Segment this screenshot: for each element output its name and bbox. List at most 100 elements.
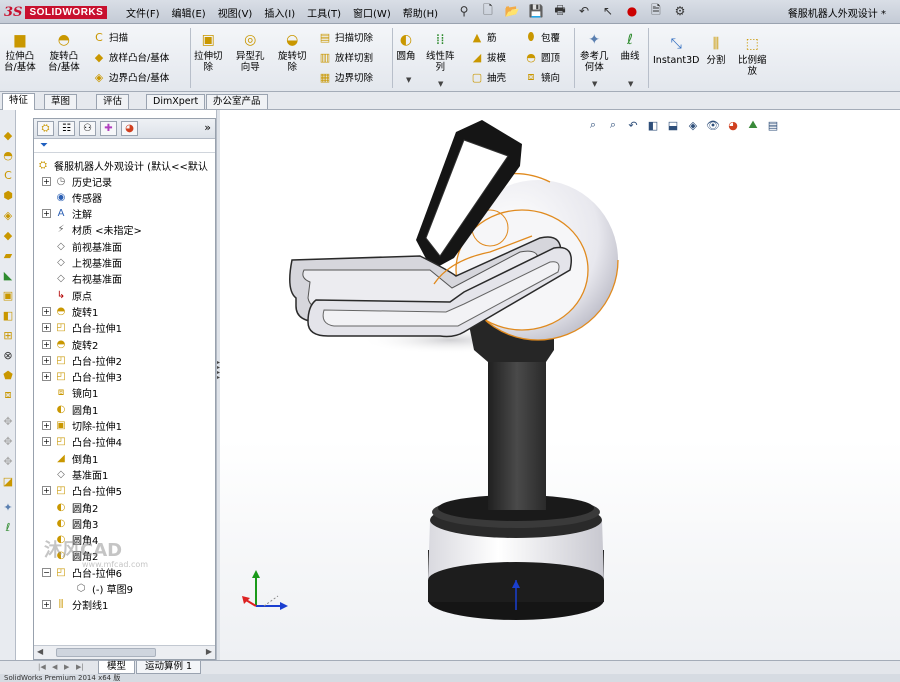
- open-folder-icon[interactable]: 📂: [504, 3, 520, 19]
- tab-model[interactable]: 模型: [98, 661, 136, 674]
- tab-dimxpert[interactable]: DimXpert: [146, 94, 206, 109]
- tree-item[interactable]: ◇ 上视基准面: [42, 255, 122, 271]
- tree-item[interactable]: ◐ 圆角2: [42, 499, 99, 515]
- linear-pattern-button[interactable]: ⁞⁞ 线性阵 列: [426, 30, 455, 74]
- feature-tree-hscrollbar[interactable]: ◀ ▶: [34, 645, 215, 659]
- hole-wizard-button[interactable]: ◎ 异型孔 向导: [236, 30, 265, 74]
- loft-cut-button[interactable]: ▥ 放样切割: [318, 50, 373, 65]
- tree-item[interactable]: ◢ 倒角1: [42, 450, 98, 466]
- expand-icon[interactable]: +: [42, 486, 51, 496]
- extrude-cut-button[interactable]: ▣ 拉伸切 除: [194, 30, 223, 74]
- tree-item[interactable]: + ◓ 旋转1: [42, 303, 98, 319]
- menu-insert[interactable]: 插入(I): [264, 5, 295, 20]
- scale-button[interactable]: ⬚ 比例缩 放: [738, 34, 767, 78]
- sweep-cut-button[interactable]: ▤ 扫描切除: [318, 30, 373, 45]
- reference-triad[interactable]: [242, 570, 288, 610]
- tree-item[interactable]: + ⫼ 分割线1: [42, 597, 108, 613]
- reference-geometry-button[interactable]: ✦ 参考几 何体: [580, 30, 609, 74]
- file-properties-icon[interactable]: 🗎: [648, 3, 664, 19]
- save-icon[interactable]: 💾: [528, 3, 544, 19]
- expand-icon[interactable]: +: [42, 600, 51, 610]
- expand-icon[interactable]: +: [42, 306, 51, 316]
- tree-item[interactable]: ⚡ 材质 <未指定>: [42, 222, 141, 238]
- fillet-dropdown-icon[interactable]: ▼: [406, 76, 411, 84]
- tree-item[interactable]: ↳ 原点: [42, 287, 92, 303]
- shell-button[interactable]: ▢ 抽壳: [470, 70, 506, 85]
- tab-sketch[interactable]: 草图: [44, 94, 78, 109]
- move-tool-icon[interactable]: ✥: [1, 414, 15, 428]
- instant3d-button[interactable]: ⤡ Instant3D: [653, 34, 699, 67]
- curve-tool-icon[interactable]: ℓ: [1, 520, 15, 534]
- revolve-boss-button[interactable]: ◓ 旋转凸 台/基体: [48, 30, 80, 74]
- pattern-tool-icon[interactable]: ◧: [1, 308, 15, 322]
- tree-item[interactable]: + ◓ 旋转2: [42, 336, 98, 352]
- menu-view[interactable]: 视图(V): [218, 5, 253, 20]
- hole-tool-icon[interactable]: ▰: [1, 248, 15, 262]
- reference-geometry-dropdown-icon[interactable]: ▼: [592, 80, 597, 88]
- fillet-tool-icon[interactable]: ◣: [1, 268, 15, 282]
- expand-icon[interactable]: +: [42, 355, 51, 365]
- extrude-tool-icon[interactable]: ◆: [1, 128, 15, 142]
- solidworks-logo[interactable]: 3S SOLIDWORKS: [4, 3, 108, 21]
- rebuild-icon[interactable]: ●: [624, 3, 640, 19]
- graphics-area[interactable]: ⌕ ⌕ ↶ ◧ ⬓ ◈ 👁 ◕ ⛰ ▤: [220, 110, 900, 660]
- ref-geometry-tool-icon[interactable]: ✦: [1, 500, 15, 514]
- revolve-cut-button[interactable]: ◒ 旋转切 除: [278, 30, 307, 74]
- tree-item[interactable]: + ◰ 凸台-拉伸1: [42, 320, 122, 336]
- cut-tool-icon[interactable]: ◆: [1, 228, 15, 242]
- tree-item[interactable]: + ◷ 历史记录: [42, 173, 112, 189]
- undo-icon[interactable]: ↶: [576, 3, 592, 19]
- expand-icon[interactable]: +: [42, 437, 51, 447]
- dome-button[interactable]: ◓ 圆顶: [524, 50, 560, 65]
- loft-tool-icon[interactable]: ⬢: [1, 188, 15, 202]
- tree-root[interactable]: ⛭ 餐服机器人外观设计 (默认<<默认: [36, 157, 208, 173]
- last-tab-icon[interactable]: ▶|: [76, 663, 84, 671]
- pin-icon[interactable]: ⚲: [456, 3, 472, 19]
- tree-item[interactable]: + ◰ 凸台-拉伸2: [42, 352, 122, 368]
- draft-button[interactable]: ◢ 拔模: [470, 50, 506, 65]
- tree-item[interactable]: + ◰ 凸台-拉伸5: [42, 483, 122, 499]
- rib-tool-icon[interactable]: ⊞: [1, 328, 15, 342]
- expand-icon[interactable]: +: [42, 339, 51, 349]
- mirror-tool-icon[interactable]: ⧈: [1, 388, 15, 402]
- tree-item[interactable]: + ◰ 凸台-拉伸3: [42, 369, 122, 385]
- property-manager-tab-icon[interactable]: ☷: [58, 121, 75, 136]
- loft-boss-button[interactable]: ◆ 放样凸台/基体: [92, 50, 169, 65]
- new-document-icon[interactable]: 🗋: [480, 3, 496, 19]
- robot-model-view[interactable]: [220, 110, 900, 660]
- copy-tool-icon[interactable]: ✥: [1, 434, 15, 448]
- menu-help[interactable]: 帮助(H): [403, 5, 438, 20]
- tree-item[interactable]: ◐ 圆角3: [42, 515, 99, 531]
- tab-motion-study[interactable]: 运动算例 1: [136, 661, 202, 674]
- tree-item[interactable]: ◐ 圆角1: [42, 401, 99, 417]
- first-tab-icon[interactable]: |◀: [38, 663, 46, 671]
- split-button[interactable]: ⫼ 分割: [706, 34, 726, 67]
- fillet-button[interactable]: ◐ 圆角: [396, 30, 416, 63]
- scroll-thumb[interactable]: [56, 648, 156, 657]
- tree-item[interactable]: ◉ 传感器: [42, 189, 102, 205]
- tab-office-products[interactable]: 办公室产品: [206, 94, 268, 109]
- expand-icon[interactable]: +: [42, 323, 51, 333]
- expand-icon[interactable]: +: [42, 209, 51, 219]
- rotate-tool-icon[interactable]: ✥: [1, 454, 15, 468]
- scroll-left-icon[interactable]: ◀: [37, 647, 43, 656]
- boundary-cut-button[interactable]: ▦ 边界切除: [318, 70, 373, 85]
- wrap-button[interactable]: ⬮ 包覆: [524, 30, 560, 44]
- tab-evaluate[interactable]: 评估: [96, 94, 130, 109]
- boundary-tool-icon[interactable]: ◈: [1, 208, 15, 222]
- tree-item[interactable]: + ▣ 切除-拉伸1: [42, 418, 122, 434]
- next-tab-icon[interactable]: ▶: [64, 663, 69, 671]
- boundary-boss-button[interactable]: ◈ 边界凸台/基体: [92, 70, 169, 85]
- expand-icon[interactable]: +: [42, 372, 51, 382]
- tree-item[interactable]: ⧈ 镜向1: [42, 385, 99, 401]
- curves-button[interactable]: ℓ 曲线: [620, 30, 640, 63]
- tree-filter[interactable]: ⏷: [34, 139, 215, 153]
- tree-item[interactable]: + ◰ 凸台-拉伸4: [42, 434, 122, 450]
- display-manager-tab-icon[interactable]: ◕: [121, 121, 138, 136]
- tree-item[interactable]: ◇ 前视基准面: [42, 238, 122, 254]
- menu-edit[interactable]: 编辑(E): [172, 5, 206, 20]
- menu-window[interactable]: 窗口(W): [353, 5, 391, 20]
- expand-icon[interactable]: +: [42, 421, 51, 430]
- shell-tool-icon[interactable]: ⬟: [1, 368, 15, 382]
- more-tabs-icon[interactable]: »: [204, 121, 211, 134]
